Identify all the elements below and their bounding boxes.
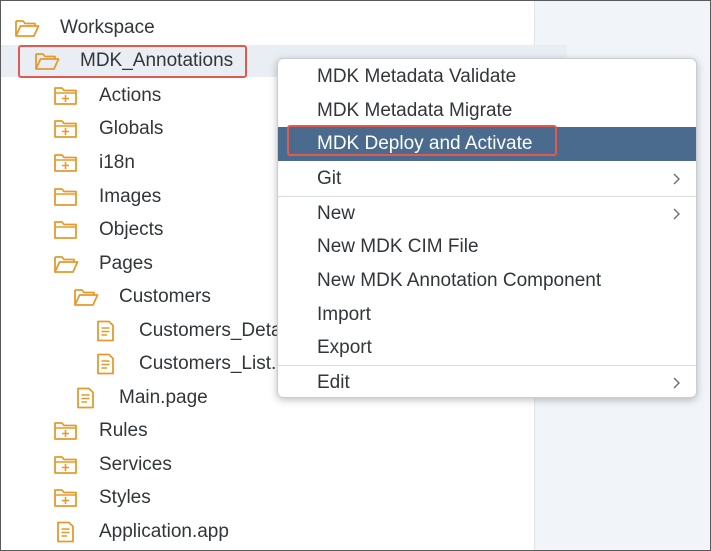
menu-item-edit[interactable]: Edit [278,366,696,397]
chevron-right-icon [673,173,680,185]
chevron-right-icon [673,377,680,389]
menu-item-label: MDK Deploy and Activate [317,133,533,154]
tree-item-label: Customers [119,286,211,307]
tree-item-rules[interactable]: Rules [1,415,586,447]
folder-open-icon [35,53,60,70]
folder-plus-icon [54,489,77,507]
menu-item-label: Export [317,337,372,358]
menu-item-mdk-metadata-validate[interactable]: MDK Metadata Validate [278,60,696,94]
menu-item-label: Import [317,304,371,325]
tree-item-label: Services [99,454,172,475]
menu-item-new-mdk-cim-file[interactable]: New MDK CIM File [278,230,696,264]
tree-item-label: Pages [99,253,153,274]
tree-item-label: Objects [99,219,164,240]
folder-plus-icon [54,87,77,105]
menu-item-mdk-metadata-migrate[interactable]: MDK Metadata Migrate [278,94,696,128]
folder-icon [54,221,77,239]
menu-item-label: Git [317,168,342,189]
menu-item-export[interactable]: Export [278,331,696,365]
tree-item-label: i18n [99,152,135,173]
file-icon [77,387,94,409]
menu-item-label: New MDK CIM File [317,236,479,257]
menu-item-new[interactable]: New [278,197,696,231]
tree-item-label: Globals [99,118,164,139]
menu-item-label: MDK Metadata Migrate [317,100,513,121]
chevron-right-icon [673,208,680,220]
tree-item-label: Main.page [119,387,208,408]
tree-item-label: Customers_List. [139,353,277,374]
menu-item-label: New [317,203,356,224]
tree-item-label: MDK_Annotations [80,50,234,71]
tree-item-workspace[interactable]: Workspace [1,12,547,44]
context-menu: MDK Metadata Validate MDK Metadata Migra… [277,58,697,398]
folder-plus-icon [54,154,77,172]
menu-item-new-mdk-annotation-component[interactable]: New MDK Annotation Component [278,264,696,298]
file-icon [97,320,114,342]
tree-item-label: Images [99,186,162,207]
menu-item-import[interactable]: Import [278,298,696,332]
folder-plus-icon [54,120,77,138]
menu-item-label: MDK Metadata Validate [317,66,517,87]
folder-icon [54,188,77,206]
folder-open-icon [74,289,99,306]
menu-item-git[interactable]: Git [278,162,696,196]
folder-open-icon [54,256,79,273]
folder-open-icon [15,20,40,37]
file-icon [97,353,114,375]
file-icon [57,521,74,543]
menu-item-label: New MDK Annotation Component [317,270,602,291]
tree-item-application-app[interactable]: Application.app [1,516,586,548]
menu-item-mdk-deploy-and-activate[interactable]: MDK Deploy and Activate [278,127,696,161]
tree-item-services[interactable]: Services [1,449,586,481]
tree-item-label: Customers_Deta [139,320,282,341]
tree-item-label: Styles [99,487,151,508]
folder-plus-icon [54,456,77,474]
screenshot-frame: Workspace MDK_Annotations Actions Global… [0,0,711,551]
tree-item-label: Actions [99,85,162,106]
tree-item-label: Rules [99,420,148,441]
tree-item-label: Application.app [99,521,229,542]
tree-item-styles[interactable]: Styles [1,482,586,514]
tree-item-label: Workspace [60,17,155,38]
menu-item-label: Edit [317,372,350,393]
folder-plus-icon [54,422,77,440]
